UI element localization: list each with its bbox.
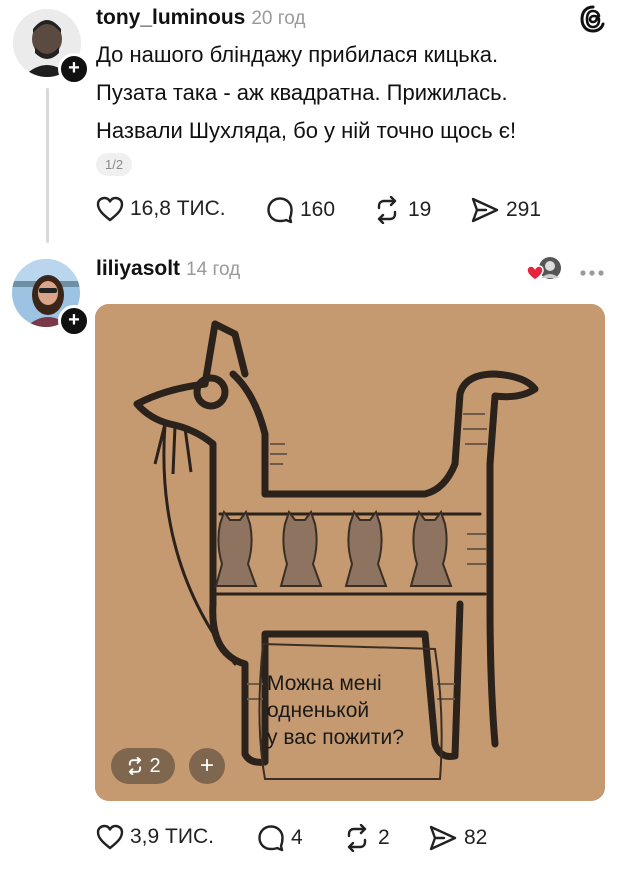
username[interactable]: tony_luminous: [96, 6, 245, 29]
like-count: 16,8 ТИС.: [130, 197, 226, 220]
comment-bubble-icon: [267, 197, 293, 224]
send-icon: [471, 197, 499, 223]
repost-count: 19: [408, 198, 432, 221]
speech-line: одненькой: [267, 699, 370, 722]
share-button[interactable]: 82: [428, 824, 487, 852]
heart-icon: [526, 265, 544, 281]
post1-header: tony_luminous 20 год: [96, 6, 306, 30]
more-dots-icon[interactable]: [579, 264, 605, 282]
like-button[interactable]: 16,8 ТИС.: [96, 196, 226, 222]
post-time: 14 год: [186, 259, 241, 280]
share-button[interactable]: 291: [470, 196, 541, 224]
share-count: 82: [464, 826, 488, 849]
repost-icon: [129, 757, 142, 775]
speech-text: Можна мені одненькой у вас пожити?: [267, 670, 404, 751]
comment-button[interactable]: 4: [257, 824, 303, 852]
plus-icon: +: [199, 752, 214, 779]
like-count: 3,9 ТИС.: [130, 825, 214, 848]
post-text-line: До нашого бліндажу прибилася кицька.: [96, 42, 499, 67]
heart-icon: [96, 824, 124, 850]
post2-header: liliyasolt 14 год: [96, 257, 240, 281]
follow-plus-button[interactable]: +: [58, 53, 90, 85]
speech-line: у вас пожити?: [267, 726, 404, 749]
threads-logo-icon[interactable]: [578, 4, 608, 39]
heart-icon: [96, 196, 124, 222]
repost-icon: [377, 196, 397, 224]
share-count: 291: [506, 198, 542, 221]
comment-count: 4: [291, 826, 303, 849]
comment-bubble-icon: [258, 825, 284, 852]
repost-count: 2: [378, 826, 390, 849]
comment-button[interactable]: 160: [266, 196, 335, 224]
image-repost-count: 2: [149, 754, 161, 777]
repost-button[interactable]: 19: [372, 196, 431, 224]
image-repost-count-button[interactable]: 2: [111, 748, 175, 784]
comment-count: 160: [300, 198, 336, 221]
post-text-line: Пузата така - аж квадратна. Прижилась.: [96, 80, 508, 105]
speech-line: Можна мені: [267, 672, 382, 695]
post-time: 20 год: [251, 8, 306, 29]
post1-body: До нашого бліндажу прибилася кицька. Пуз…: [96, 36, 606, 150]
post-text-line: Назвали Шухляда, бо у ній точно щось є!: [96, 118, 517, 143]
username[interactable]: liliyasolt: [96, 257, 180, 280]
send-icon: [429, 825, 457, 851]
page-indicator: 1/2: [96, 153, 133, 176]
post-image[interactable]: Можна мені одненькой у вас пожити? 2 +: [95, 304, 605, 801]
follow-plus-button[interactable]: +: [58, 305, 90, 337]
repost-button[interactable]: 2: [342, 824, 390, 852]
liked-by-author-badge: [526, 256, 566, 287]
like-button[interactable]: 3,9 ТИС.: [96, 824, 214, 850]
image-add-button[interactable]: +: [189, 748, 225, 784]
repost-icon: [347, 824, 367, 852]
thread-connector-line: [46, 88, 49, 243]
